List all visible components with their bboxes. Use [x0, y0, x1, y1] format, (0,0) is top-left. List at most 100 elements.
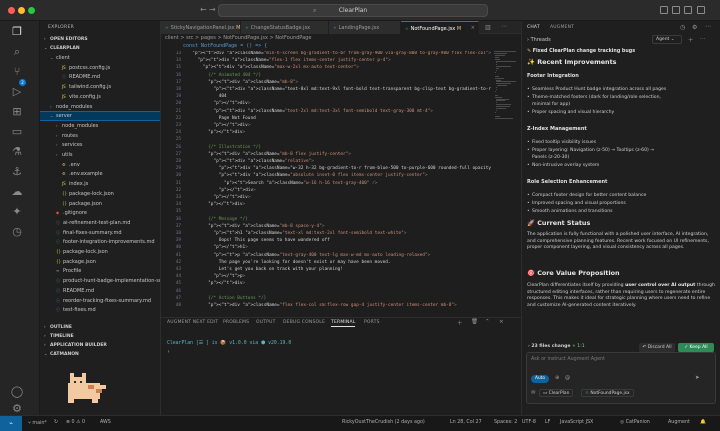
sync-icon[interactable]: ↻ — [54, 420, 58, 425]
code-line[interactable]: {/* Message */} — [187, 217, 248, 222]
tab-debug-console[interactable]: DEBUG CONSOLE — [283, 320, 325, 325]
code-line[interactable]: "p"><"t">div "a">className="absolute ins… — [187, 173, 428, 178]
code-line[interactable]: "p"><"t">div "a">className="mb-8"> — [187, 80, 298, 85]
explorer-icon[interactable]: ❐ — [10, 25, 24, 39]
customize-layout-icon[interactable] — [697, 6, 705, 14]
forward-arrow-icon[interactable]: → — [209, 5, 216, 14]
tree-item[interactable]: ⓘ final-fixes-summary.md — [40, 229, 160, 237]
timeline-icon[interactable]: ◷ — [10, 225, 24, 239]
code-content[interactable]: 13 "p"><"t">div "a">className="min-h-scr… — [161, 51, 491, 317]
attach-icon[interactable]: ⊕ — [555, 375, 559, 381]
tree-item[interactable]: JS index.js — [40, 180, 160, 188]
thread-title[interactable]: ✎ Fixed ClearPlan change tracking bugs — [527, 49, 635, 54]
tree-item[interactable]: ⌄ client — [40, 54, 160, 62]
tree-item[interactable]: ⌄ server — [40, 111, 160, 122]
minimap[interactable] — [493, 51, 521, 121]
tree-item[interactable]: ⓘ README.md — [40, 287, 160, 295]
code-line[interactable]: "p"><"t">div "a">className="mb-8 space-y… — [187, 224, 324, 229]
tree-item[interactable]: ⓘ footer-integration-improvements.md — [40, 238, 160, 246]
toggle-sidebar-icon[interactable] — [660, 6, 668, 14]
tree-item[interactable]: {} package-lock.json — [40, 248, 160, 256]
tab-problems[interactable]: PROBLEMS — [223, 320, 249, 325]
auto-toggle[interactable]: Auto — [531, 375, 549, 383]
run-debug-icon[interactable]: ▷ — [10, 85, 24, 99]
context-chip-file[interactable]: ⚛ NotFoundPage.jsx — [581, 389, 634, 397]
toggle-panel-icon[interactable] — [672, 6, 680, 14]
tree-item[interactable]: {} package.json — [40, 200, 160, 208]
cursor-position[interactable]: Ln 28, Col 27 — [450, 420, 482, 425]
code-line[interactable]: "p"><"t">p "a">className="text-gray-400 … — [187, 253, 430, 258]
tree-item[interactable]: › routes — [40, 132, 160, 140]
code-line[interactable]: "p"><"t">div "a">className="text-8xl md:… — [187, 87, 491, 92]
application-builder-section[interactable]: › APPLICATION BUILDER — [40, 341, 160, 349]
tree-item[interactable]: {} package.json — [40, 258, 160, 266]
notifications-bell-icon[interactable]: 🔔 — [700, 420, 706, 425]
code-line[interactable]: "p"></"t">div> — [187, 281, 245, 286]
end-of-line[interactable]: LF — [545, 420, 550, 425]
minimize-window-button[interactable] — [18, 7, 25, 14]
trash-icon[interactable]: 🗑 — [471, 319, 478, 325]
tab-augment-next-edit[interactable]: AUGMENT NEXT EDIT — [167, 320, 218, 325]
workspace-section[interactable]: ⌄ CLEARPLAN — [40, 44, 160, 52]
code-line[interactable]: "p"><"t">div "a">className="min-h-screen… — [187, 51, 491, 56]
code-line[interactable]: Page Not Found — [187, 116, 256, 121]
close-tab-icon[interactable]: × — [471, 22, 475, 34]
open-editors-section[interactable]: › OPEN EDITORS — [40, 35, 160, 43]
tree-item[interactable]: ⓘ test-fixes.md — [40, 306, 160, 314]
tree-item[interactable]: ⓘ ai-refinement-test-plan.md — [40, 219, 160, 227]
tree-item[interactable]: JS postcss.config.js — [40, 64, 160, 72]
context-add-icon[interactable]: @ — [531, 390, 536, 395]
chat-input-box[interactable]: Ask or instruct Augment Agent Auto ⊕ @ ➤… — [526, 352, 716, 404]
discard-all-button[interactable]: ↶ Discard All — [639, 343, 675, 352]
files-changed-summary[interactable]: › 23 files change + 1:1 — [528, 344, 585, 349]
code-line[interactable]: "p"></"t">div> — [187, 195, 250, 200]
tab-not-found-page[interactable]: ⚛ NotFoundPage.jsx M × — [401, 21, 479, 34]
code-line[interactable]: "p"></"t">div> — [187, 188, 256, 193]
problems-count[interactable]: ⊗ 0 ⚠ 0 — [66, 420, 85, 425]
tab-sticky-navigation-panel[interactable]: ⚛ StickyNavigationPanel.jsx M — [161, 21, 241, 34]
history-icon[interactable]: ◷ — [680, 24, 685, 31]
code-line[interactable]: "p"><"t">Search "a">className="w-16 h-16… — [187, 181, 377, 186]
tab-augment[interactable]: AUGMENT — [550, 25, 574, 30]
more-actions-icon[interactable]: ⋯ — [501, 23, 507, 30]
maximize-window-button[interactable] — [28, 7, 35, 14]
code-line[interactable]: "p"><"t">div "a">className="flex flex-co… — [187, 303, 457, 308]
new-thread-icon[interactable]: ＋ — [688, 36, 694, 44]
code-line[interactable]: "p"></"t">div> — [187, 123, 250, 128]
chat-input-placeholder[interactable]: Ask or instruct Augment Agent — [531, 357, 605, 362]
tab-terminal[interactable]: TERMINAL — [331, 320, 356, 327]
code-line[interactable]: {/* Action Buttons */} — [187, 296, 266, 301]
git-blame[interactable]: RickyOustTheCrudish (2 days ago) — [342, 420, 425, 425]
search-icon[interactable]: ⌕ — [10, 45, 24, 59]
split-editor-icon[interactable]: ▥ — [485, 24, 491, 31]
tree-item[interactable]: ⚙ .env.example — [40, 170, 160, 178]
code-line[interactable]: "p"><"t">div "a">className="flex-1 flex … — [187, 58, 391, 63]
more-actions-icon[interactable]: ⋯ — [705, 23, 711, 30]
remote-indicator-icon[interactable]: ⌁ — [0, 416, 22, 431]
code-line[interactable]: "p"></"t">p> — [187, 274, 245, 279]
encoding[interactable]: UTF-8 — [522, 420, 536, 425]
code-line[interactable]: "p"><"t">div "a">className="w-32 h-32 bg… — [187, 166, 491, 171]
language-mode[interactable]: JavaScript JSX — [560, 420, 593, 425]
send-icon[interactable]: ➤ — [695, 375, 700, 381]
context-chip-clearplan[interactable]: ▭ ClearPlan — [539, 389, 574, 397]
augment-icon[interactable]: ✦ — [10, 205, 24, 219]
code-line[interactable]: "p"></"t">div> — [187, 101, 250, 106]
code-line[interactable]: "p"></"t">div> — [187, 202, 245, 207]
tree-item[interactable]: ≡ Procfile — [40, 267, 160, 275]
tree-item[interactable]: ⓘ README.md — [40, 73, 160, 81]
indentation[interactable]: Spaces: 2 — [494, 420, 517, 425]
code-line[interactable]: "p"></"t">div> — [187, 130, 245, 135]
tab-ports[interactable]: PORTS — [364, 320, 380, 325]
account-icon[interactable]: ◯ — [10, 385, 24, 399]
code-line[interactable]: 404 — [187, 94, 227, 99]
code-line[interactable]: Oops! This page seems to have wandered o… — [187, 238, 330, 243]
git-branch[interactable]: ⑂ main* — [28, 420, 47, 426]
tree-item[interactable]: ◆ .gitignore — [40, 209, 160, 217]
more-actions-icon[interactable]: ⋯ — [700, 36, 706, 42]
pixel-cat-pet-image[interactable] — [64, 367, 112, 407]
tree-item[interactable]: › utils — [40, 151, 160, 159]
code-line[interactable]: The page you're looking for doesn't exis… — [187, 260, 391, 265]
tree-item[interactable]: ⚙ .env — [40, 161, 160, 169]
new-terminal-icon[interactable]: ＋ — [457, 319, 463, 327]
